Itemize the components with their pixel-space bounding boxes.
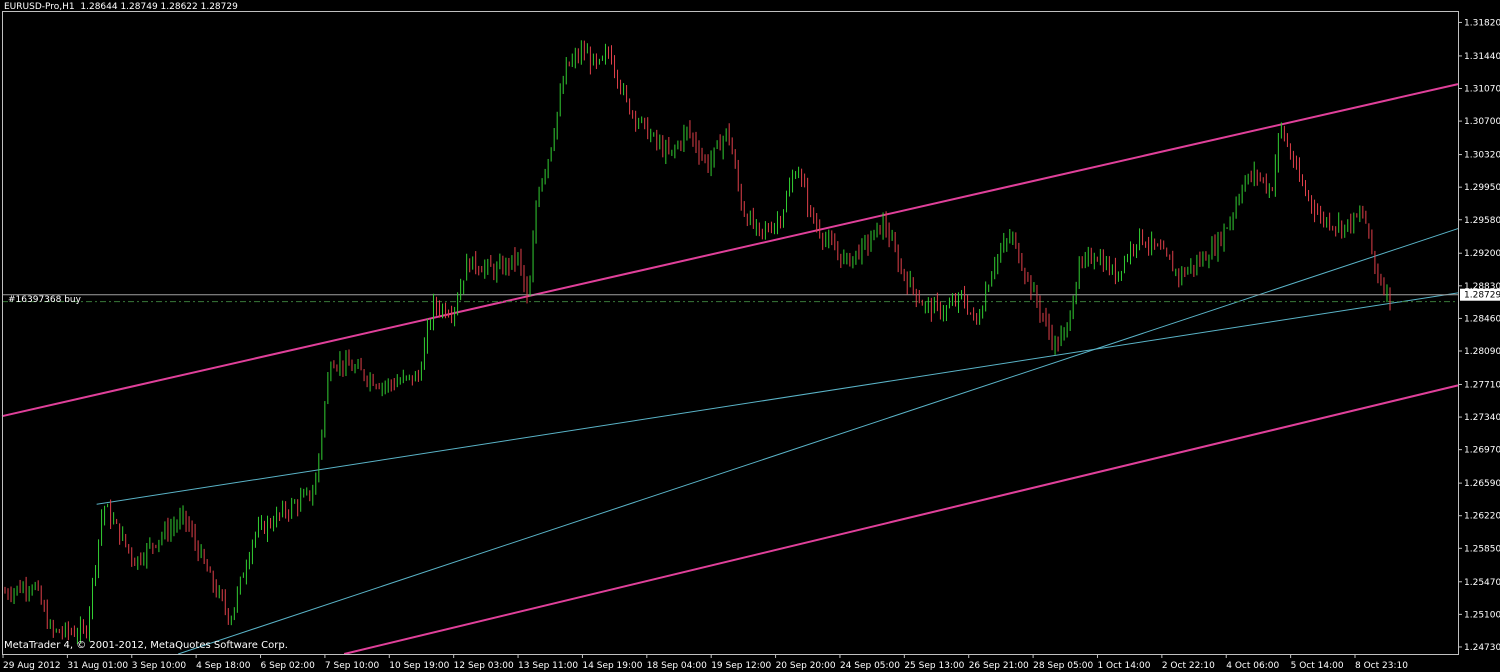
candles	[4, 40, 1391, 645]
time-axis[interactable]: 29 Aug 2012 31 Aug 01:00 3 Sep 10:00 4 Sep …	[2, 654, 1408, 671]
channel-upper-line[interactable]	[1, 83, 1459, 418]
time-tick-label: 25 Sep 13:00	[904, 661, 964, 671]
time-tick-label: 5 Oct 14:00	[1291, 661, 1344, 671]
time-tick-label: 31 Aug 01:00	[67, 661, 128, 671]
price-tick-label: 1.25100	[1464, 610, 1500, 620]
time-tick-label: 20 Sep 20:00	[776, 661, 836, 671]
plot-border	[2, 11, 1459, 655]
price-tick-label: 1.31070	[1464, 85, 1500, 95]
time-tick-label: 2 Oct 22:10	[1162, 661, 1215, 671]
chart-window[interactable]: 1.31820 1.31440 1.31070 1.30700 1.30320 1.299…	[0, 0, 1500, 672]
time-tick-label: 4 Oct 06:00	[1226, 661, 1279, 671]
price-tick-label: 1.29950	[1464, 183, 1500, 193]
time-tick-label: 3 Sep 10:00	[132, 661, 187, 671]
price-tick-label: 1.27340	[1464, 413, 1500, 423]
time-tick-label: 1 Oct 14:00	[1097, 661, 1150, 671]
time-tick-label: 19 Sep 12:00	[711, 661, 771, 671]
channel-lower-line[interactable]	[343, 384, 1459, 655]
price-tick-label: 1.26590	[1464, 479, 1500, 489]
support-trendline[interactable]	[178, 228, 1459, 655]
time-tick-label: 8 Oct 23:10	[1355, 661, 1408, 671]
current-price-label: 1.28729	[1464, 291, 1500, 301]
time-tick-label: 24 Sep 05:00	[840, 661, 900, 671]
chart-frame	[2, 11, 1459, 655]
order-label[interactable]: #16397368 buy	[8, 295, 81, 305]
price-tick-label: 1.31820	[1464, 18, 1500, 28]
price-tick-label: 1.30700	[1464, 117, 1500, 127]
time-tick-label: 28 Sep 05:00	[1033, 661, 1093, 671]
fan-trendline[interactable]	[96, 292, 1459, 505]
time-tick-label: 6 Sep 02:00	[261, 661, 316, 671]
price-tick-label: 1.29580	[1464, 216, 1500, 226]
symbol-name: EURUSD-Pro,H1	[4, 2, 75, 12]
price-tick-label: 1.24730	[1464, 643, 1500, 653]
price-tick-label: 1.29200	[1464, 249, 1500, 259]
ohlc-values: 1.28644 1.28749 1.28622 1.28729	[80, 2, 238, 12]
price-axis[interactable]: 1.31820 1.31440 1.31070 1.30700 1.30320 1.299…	[1458, 18, 1500, 653]
price-tick-label: 1.26220	[1464, 512, 1500, 522]
copyright-text: MetaTrader 4, © 2001-2012, MetaQuotes So…	[4, 640, 288, 651]
time-tick-label: 29 Aug 2012	[3, 661, 61, 671]
price-tick-label: 1.25470	[1464, 578, 1500, 588]
time-tick-label: 13 Sep 11:00	[518, 661, 578, 671]
price-chart[interactable]: 1.31820 1.31440 1.31070 1.30700 1.30320 1.299…	[0, 0, 1500, 672]
time-tick-label: 12 Sep 03:00	[454, 661, 514, 671]
time-tick-label: 14 Sep 19:00	[582, 661, 642, 671]
price-tick-label: 1.28460	[1464, 314, 1500, 324]
symbol-info: EURUSD-Pro,H1 1.28644 1.28749 1.28622 1.…	[4, 2, 238, 12]
price-tick-label: 1.26970	[1464, 446, 1500, 456]
time-tick-label: 10 Sep 19:00	[389, 661, 449, 671]
price-tick-label: 1.30320	[1464, 151, 1500, 161]
time-tick-label: 26 Sep 21:00	[969, 661, 1029, 671]
price-tick-label: 1.27710	[1464, 380, 1500, 390]
price-tick-label: 1.28090	[1464, 347, 1500, 357]
time-tick-label: 4 Sep 18:00	[196, 661, 251, 671]
drawn-lines	[1, 83, 1459, 655]
price-tick-label: 1.25850	[1464, 544, 1500, 554]
time-tick-label: 18 Sep 04:00	[647, 661, 707, 671]
time-tick-label: 7 Sep 10:00	[325, 661, 380, 671]
price-tick-label: 1.31440	[1464, 52, 1500, 62]
